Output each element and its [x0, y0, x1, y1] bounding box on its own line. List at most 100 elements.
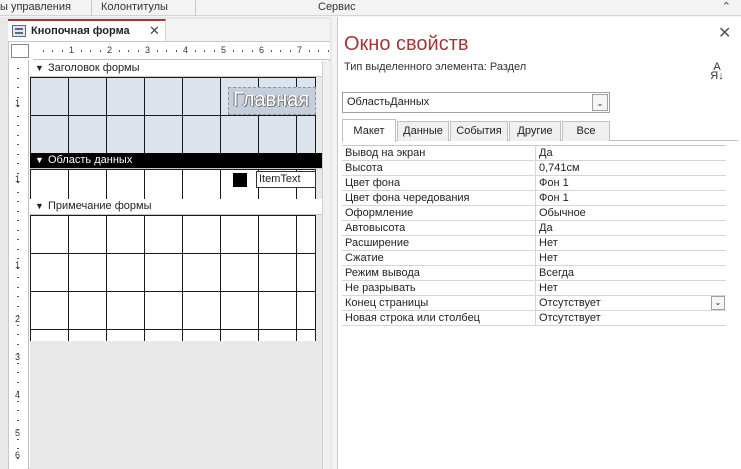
property-name: Расширение: [342, 236, 536, 251]
section-label: Заголовок формы: [48, 62, 140, 74]
property-row[interactable]: Расширение Нет: [342, 236, 726, 251]
ruler-tick: [118, 50, 120, 52]
property-value[interactable]: Отсутствует: [537, 296, 726, 311]
close-icon[interactable]: ✕: [149, 23, 160, 39]
section-bar-form-footer[interactable]: ▼ Примечание формы: [30, 199, 330, 215]
property-row[interactable]: Цвет фона чередования Фон 1: [342, 191, 726, 206]
ruler-tick: [156, 50, 158, 52]
property-value[interactable]: Фон 1: [537, 191, 726, 206]
ruler-tick: [17, 87, 19, 88]
item-text-field[interactable]: ItemText: [256, 171, 316, 188]
sort-icon[interactable]: А Я↓: [710, 62, 724, 82]
property-name: Режим вывода: [342, 266, 536, 281]
document-tab-label: Кнопочная форма: [31, 25, 130, 37]
property-value[interactable]: Фон 1: [537, 176, 726, 191]
property-value[interactable]: Да: [537, 146, 726, 161]
property-value[interactable]: Отсутствует: [537, 311, 726, 326]
property-name: Новая строка или столбец: [342, 311, 536, 326]
form-footer-area[interactable]: [30, 215, 316, 341]
tab-data[interactable]: Данные: [397, 121, 449, 141]
property-row[interactable]: Цвет фона Фон 1: [342, 176, 726, 191]
ruler-tick: [17, 381, 19, 383]
ruler-tick: [17, 210, 19, 212]
property-row[interactable]: Не разрывать Нет: [342, 281, 726, 296]
ruler-tick: [17, 400, 19, 402]
ruler-tick: [17, 324, 19, 326]
close-icon[interactable]: ✕: [718, 23, 731, 43]
property-value[interactable]: 0,741см: [537, 161, 726, 176]
chevron-up-icon[interactable]: ⌃: [722, 0, 731, 13]
ruler-tick: [17, 153, 19, 155]
document-tab[interactable]: Кнопочная форма ✕: [8, 19, 166, 43]
ruler-tick: [17, 229, 19, 231]
ruler-tick: [17, 77, 19, 79]
property-row[interactable]: Режим вывода Всегда: [342, 266, 726, 281]
ruler-tick: [17, 258, 19, 259]
ruler-tick: [17, 144, 19, 145]
property-row[interactable]: Конец страницы Отсутствует ⌄: [342, 296, 726, 311]
ruler-tick: [280, 50, 281, 52]
property-value[interactable]: Нет: [537, 281, 726, 296]
ruler-tick: [99, 50, 101, 52]
property-row[interactable]: Автовысота Да: [342, 221, 726, 236]
property-sheet-title: Окно свойств: [344, 33, 469, 55]
property-row[interactable]: Вывод на экран Да: [342, 146, 726, 161]
ruler-tick: [61, 50, 63, 52]
ruler-tick: [204, 50, 205, 52]
ruler-tick: [166, 50, 167, 52]
ruler-tick: [194, 50, 196, 52]
title-label-control[interactable]: Главная: [228, 87, 316, 115]
option-button-control[interactable]: [233, 173, 247, 187]
ribbon-group-labels: ы управления Колонтитулы Сервис ⌃: [0, 0, 741, 16]
form-header-area[interactable]: Главная: [30, 77, 316, 153]
title-label-text: Главная: [233, 89, 310, 111]
ruler-tick: [17, 305, 19, 307]
ruler-tick: [17, 125, 19, 126]
tab-all[interactable]: Все: [562, 121, 610, 141]
tab-layout[interactable]: Макет: [342, 119, 396, 142]
ruler-tick: [308, 50, 310, 52]
property-value[interactable]: Да: [537, 221, 726, 236]
detail-area[interactable]: ItemText: [30, 169, 316, 199]
property-grid: Вывод на экран Да Высота 0,741см Цвет фона Фо…: [342, 145, 726, 326]
ruler-tick: [17, 163, 19, 164]
tab-events[interactable]: События: [450, 121, 508, 141]
ruler-tick: [17, 115, 19, 117]
ruler-number: 1: [15, 98, 21, 108]
chevron-down-icon[interactable]: ⌄: [711, 296, 725, 310]
ruler-number: 2: [15, 314, 21, 324]
ruler-tick: [289, 50, 291, 52]
ruler-tick: [17, 334, 19, 335]
tab-other[interactable]: Другие: [509, 121, 561, 141]
property-row[interactable]: Новая строка или столбец Отсутствует: [342, 311, 726, 326]
property-row[interactable]: Сжатие Нет: [342, 251, 726, 266]
ruler-tick: [17, 438, 19, 440]
ruler-tick: [318, 50, 319, 52]
property-name: Не разрывать: [342, 281, 536, 296]
ruler-tick: [80, 50, 82, 52]
vertical-scrollbar[interactable]: [322, 61, 330, 469]
ruler-tick: [42, 50, 44, 52]
property-name: Цвет фона чередования: [342, 191, 536, 206]
property-sheet: Окно свойств ✕ Тип выделенного элемента:…: [337, 17, 741, 469]
section-bar-detail[interactable]: ▼ Область данных: [30, 153, 330, 169]
ruler-tick: [17, 191, 19, 193]
ruler-tick: [17, 239, 19, 240]
section-label: Область данных: [48, 154, 133, 166]
ruler-number: 4: [15, 390, 21, 400]
ruler-vertical: 1 1 1 2 3 4 5 6: [9, 60, 29, 469]
ruler-tick: [17, 343, 19, 345]
ruler-number: 4: [183, 45, 189, 55]
property-row[interactable]: Высота 0,741см: [342, 161, 726, 176]
property-value[interactable]: Нет: [537, 236, 726, 251]
chevron-down-icon[interactable]: ⌄: [592, 94, 608, 111]
section-bar-form-header[interactable]: ▼ Заголовок формы: [30, 61, 330, 77]
object-selector-dropdown[interactable]: ОбластьДанных ⌄: [342, 92, 610, 113]
property-value[interactable]: Обычное: [537, 206, 726, 221]
property-name: Оформление: [342, 206, 536, 221]
property-value[interactable]: Всегда: [537, 266, 726, 281]
property-row[interactable]: Оформление Обычное: [342, 206, 726, 221]
property-value[interactable]: Нет: [537, 251, 726, 266]
ruler-tick: [17, 68, 19, 69]
form-selector[interactable]: [11, 44, 29, 58]
